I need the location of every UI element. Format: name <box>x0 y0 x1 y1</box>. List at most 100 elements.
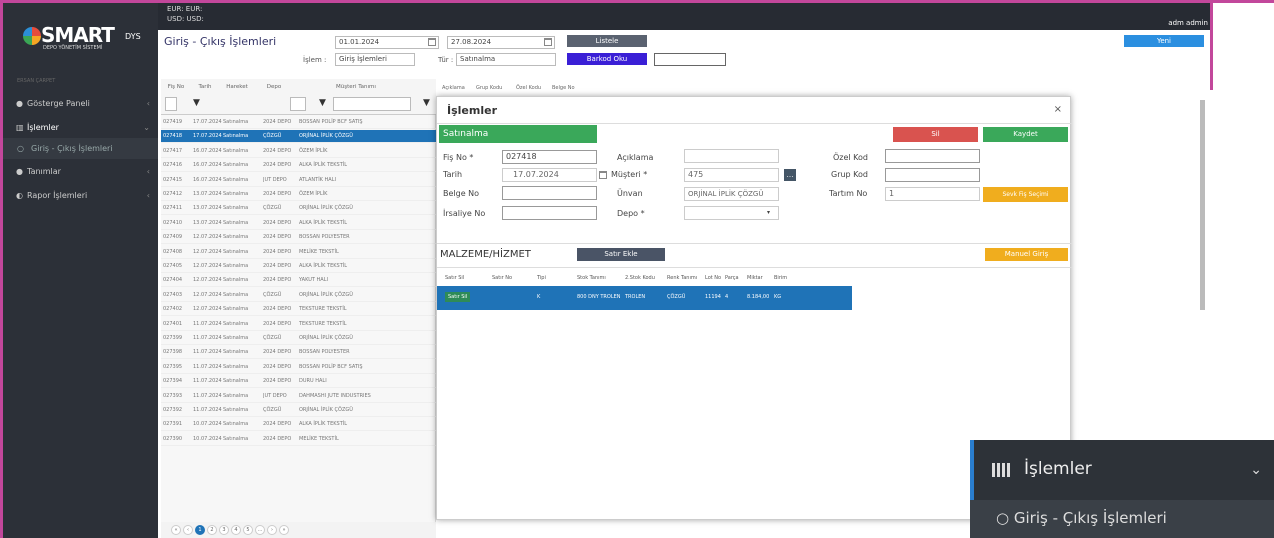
detail-col-header[interactable]: Stok Tanımı <box>577 275 606 281</box>
col-header-musteri[interactable]: Müşteri Tanımı <box>331 84 381 90</box>
sidebar-item-rapor[interactable]: ◐ Rapor İşlemleri ‹ <box>3 185 158 206</box>
tab-ozel-kodu[interactable]: Özel Kodu <box>516 85 541 91</box>
detail-col-header[interactable]: Satır Sil <box>445 275 464 281</box>
ozel-kod-input[interactable] <box>885 149 980 163</box>
sidebar-item-giris-cikis[interactable]: ○ Giriş - Çıkış İşlemleri <box>3 138 158 159</box>
grup-kod-input[interactable] <box>885 168 980 182</box>
table-row[interactable]: 027418 17.07.2024 Satınalma ÇÖZGÜ ORJİNAL İP… <box>161 130 436 144</box>
table-row[interactable]: 027409 12.07.2024 Satınalma 2024 DEPO BOSSAN… <box>161 231 436 245</box>
zoom-submenu-giris-cikis[interactable]: ○ Giriş - Çıkış İşlemleri <box>970 500 1274 538</box>
islem-select[interactable]: Giriş İşlemleri <box>335 53 415 66</box>
date-to-input[interactable]: 27.08.2024 <box>447 36 555 49</box>
table-row[interactable]: 027419 17.07.2024 Satınalma 2024 DEPO BOSSAN… <box>161 116 436 129</box>
filter-input[interactable] <box>333 97 411 111</box>
page-button[interactable]: 1 <box>195 525 205 535</box>
table-row[interactable]: 027410 13.07.2024 Satınalma 2024 DEPO ALKA İ… <box>161 217 436 230</box>
table-row[interactable]: 027402 12.07.2024 Satınalma 2024 DEPO TEKSTU… <box>161 303 436 317</box>
delete-button[interactable]: Sil <box>893 127 978 142</box>
fis-no-input[interactable]: 027418 <box>502 150 597 164</box>
tab-aciklama[interactable]: Açıklama <box>442 85 465 91</box>
page-button[interactable]: 5 <box>243 525 253 535</box>
table-row[interactable]: 027405 12.07.2024 Satınalma 2024 DEPO ALKA İ… <box>161 260 436 273</box>
manual-entry-button[interactable]: Manuel Giriş <box>985 248 1068 261</box>
musteri-input[interactable]: 475 <box>684 168 779 182</box>
page-button[interactable]: ‹ <box>183 525 193 535</box>
date-from-input[interactable]: 01.01.2024 <box>335 36 439 49</box>
table-row[interactable]: 027398 11.07.2024 Satınalma 2024 DEPO BOSSAN… <box>161 346 436 360</box>
add-row-button[interactable]: Satır Ekle <box>577 248 665 261</box>
list-button[interactable]: Listele <box>567 35 647 47</box>
barcode-input[interactable] <box>654 53 726 66</box>
table-row[interactable]: 027394 11.07.2024 Satınalma 2024 DEPO DURU H… <box>161 375 436 389</box>
detail-col-header[interactable]: Lot No <box>705 275 721 281</box>
col-header-depo[interactable]: Depo <box>263 84 285 90</box>
sidebar-item-dashboard[interactable]: ● Gösterge Paneli ‹ <box>3 93 158 114</box>
irsaliye-input[interactable] <box>502 206 597 220</box>
page-button[interactable]: 2 <box>207 525 217 535</box>
tarih-input[interactable]: 17.07.2024 <box>502 168 597 182</box>
col-header-hareket[interactable]: Hareket <box>223 84 251 90</box>
page-button[interactable]: › <box>267 525 277 535</box>
detail-col-header[interactable]: Birim <box>774 275 787 281</box>
table-row[interactable]: 027411 13.07.2024 Satınalma ÇÖZGÜ ORJİNAL İP… <box>161 202 436 216</box>
tab-satinalma[interactable]: Satınalma <box>439 125 597 143</box>
zoom-menu-islemler[interactable]: İşlemler ⌄ <box>970 440 1274 500</box>
page-button[interactable]: » <box>279 525 289 535</box>
detail-col-header[interactable]: Tipi <box>537 275 546 281</box>
sidebar-item-tanimlar[interactable]: ● Tanımlar ‹ <box>3 161 158 182</box>
calendar-icon[interactable] <box>599 171 607 179</box>
filter-icon[interactable]: ▼ <box>319 98 326 108</box>
filter-input[interactable] <box>290 97 306 111</box>
detail-col-header[interactable]: 2.Stok Kodu <box>625 275 655 281</box>
page-button[interactable]: 3 <box>219 525 229 535</box>
detail-col-header[interactable]: Parça <box>725 275 739 281</box>
table-row[interactable]: 027412 13.07.2024 Satınalma 2024 DEPO ÖZEM İ… <box>161 188 436 201</box>
delete-row-button[interactable]: Satır Sil <box>445 292 471 302</box>
table-row[interactable]: 027415 16.07.2024 Satınalma JUT DEPO ATLANTİ… <box>161 174 436 187</box>
filter-icon[interactable]: ▼ <box>423 98 430 108</box>
calendar-icon[interactable] <box>428 38 436 46</box>
table-row[interactable]: 027391 10.07.2024 Satınalma 2024 DEPO ALKA İ… <box>161 418 436 432</box>
detail-col-header[interactable]: Satır No <box>492 275 512 281</box>
filter-input[interactable] <box>165 97 177 111</box>
table-row[interactable]: 027393 11.07.2024 Satınalma JUT DEPO DAHMASH… <box>161 390 436 403</box>
table-row[interactable]: 027403 12.07.2024 Satınalma ÇÖZGÜ ORJİNAL İP… <box>161 289 436 302</box>
table-row[interactable]: 027416 16.07.2024 Satınalma 2024 DEPO ALKA İ… <box>161 159 436 173</box>
col-header-tarih[interactable]: Tarih <box>193 84 217 90</box>
tartim-input[interactable]: 1 <box>885 187 980 201</box>
table-row[interactable]: 027417 16.07.2024 Satınalma 2024 DEPO ÖZEM İ… <box>161 145 436 158</box>
detail-col-header[interactable]: Miktar <box>747 275 763 281</box>
page-button[interactable]: « <box>171 525 181 535</box>
table-row[interactable]: 027395 11.07.2024 Satınalma 2024 DEPO BOSSAN… <box>161 361 436 374</box>
col-header-fis-no[interactable]: Fiş No <box>165 84 187 90</box>
table-row[interactable]: 027408 12.07.2024 Satınalma 2024 DEPO MELİKE… <box>161 246 436 259</box>
table-row[interactable]: 027401 11.07.2024 Satınalma 2024 DEPO TEKSTU… <box>161 318 436 331</box>
sevk-fis-button[interactable]: Sevk Fiş Seçimi <box>983 187 1068 202</box>
belge-no-input[interactable] <box>502 186 597 200</box>
page-button[interactable]: ... <box>255 525 265 535</box>
user-name[interactable]: adm admin <box>1168 19 1208 27</box>
more-icon[interactable]: … <box>784 169 796 181</box>
depo-select[interactable] <box>684 206 779 220</box>
detail-row[interactable]: Satır Sil K 800 DNY TROLEN TROLEN ÇÖZGÜ 11194… <box>437 286 852 310</box>
table-row[interactable]: 027404 12.07.2024 Satınalma 2024 DEPO YAKUT … <box>161 274 436 288</box>
tab-belge-no[interactable]: Belge No <box>552 85 575 91</box>
scrollbar[interactable] <box>1200 100 1205 310</box>
aciklama-input[interactable] <box>684 149 779 163</box>
table-row[interactable]: 027390 10.07.2024 Satınalma 2024 DEPO MELİKE… <box>161 433 436 446</box>
barcode-button[interactable]: Barkod Oku <box>567 53 647 65</box>
page-button[interactable]: 4 <box>231 525 241 535</box>
tur-select[interactable]: Satınalma <box>456 53 556 66</box>
new-button[interactable]: Yeni <box>1124 35 1204 47</box>
calendar-icon[interactable] <box>544 38 552 46</box>
table-row[interactable]: 027399 11.07.2024 Satınalma ÇÖZGÜ ORJİNAL İP… <box>161 332 436 345</box>
close-icon[interactable]: × <box>1054 104 1062 115</box>
table-row[interactable]: 027392 11.07.2024 Satınalma ÇÖZGÜ ORJİNAL İP… <box>161 404 436 417</box>
detail-col-header[interactable]: Renk Tanımı <box>667 275 697 281</box>
filter-icon[interactable]: ▼ <box>193 98 200 108</box>
sidebar-item-islemler[interactable]: ▥ İşlemler ⌄ <box>3 117 158 138</box>
unvan-input[interactable]: ORJİNAL İPLİK ÇÖZGÜ <box>684 187 779 201</box>
tab-grup-kodu[interactable]: Grup Kodu <box>476 85 502 91</box>
save-button[interactable]: Kaydet <box>983 127 1068 142</box>
chevron-down-icon[interactable]: ▾ <box>767 209 770 216</box>
